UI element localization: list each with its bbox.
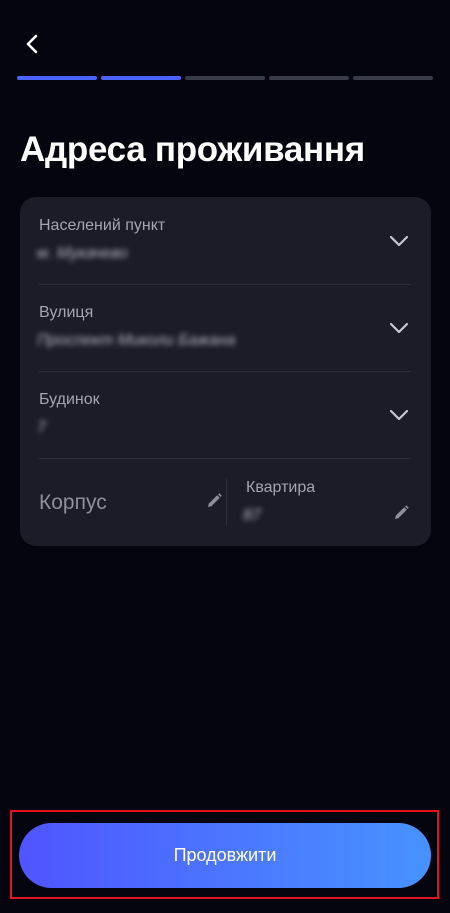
- apartment-value: 87: [243, 507, 261, 524]
- settlement-select[interactable]: Населений пункт м. Мукачево: [37, 197, 411, 285]
- settlement-value: м. Мукачево: [37, 245, 128, 262]
- address-screen: Адреса проживання Населений пункт м. Мук…: [0, 0, 450, 913]
- settlement-label: Населений пункт: [39, 217, 166, 234]
- street-label: Вулиця: [39, 304, 94, 321]
- progress-step-4: [269, 76, 349, 80]
- chevron-down-icon: [389, 235, 409, 247]
- progress-step-2: [101, 76, 181, 80]
- apartment-input[interactable]: Квартира 87: [243, 459, 412, 546]
- continue-button[interactable]: Продовжити: [19, 823, 431, 888]
- building-label: Будинок: [39, 391, 100, 408]
- street-select[interactable]: Вулиця Проспект Миколи Бажана: [37, 284, 411, 372]
- apartment-label: Квартира: [246, 479, 316, 496]
- korpus-apartment-row: Корпус Квартира 87: [20, 459, 431, 546]
- korpus-input[interactable]: Корпус: [39, 459, 225, 546]
- progress-step-1: [17, 76, 97, 80]
- page-title: Адреса проживання: [20, 130, 365, 169]
- progress-step-3: [185, 76, 265, 80]
- pencil-icon: [395, 505, 409, 519]
- step-progress-bar: [17, 76, 433, 80]
- building-value: 7: [37, 419, 46, 436]
- building-select[interactable]: Будинок 7: [37, 371, 411, 459]
- address-form-card: Населений пункт м. Мукачево Вулиця Просп…: [20, 197, 431, 546]
- street-value: Проспект Миколи Бажана: [37, 332, 236, 349]
- vertical-divider: [226, 479, 227, 525]
- progress-step-5: [353, 76, 433, 80]
- pencil-icon: [208, 493, 222, 507]
- chevron-down-icon: [389, 409, 409, 421]
- chevron-left-icon: [26, 34, 38, 54]
- chevron-down-icon: [389, 322, 409, 334]
- back-button[interactable]: [18, 30, 46, 58]
- korpus-placeholder: Корпус: [39, 491, 107, 514]
